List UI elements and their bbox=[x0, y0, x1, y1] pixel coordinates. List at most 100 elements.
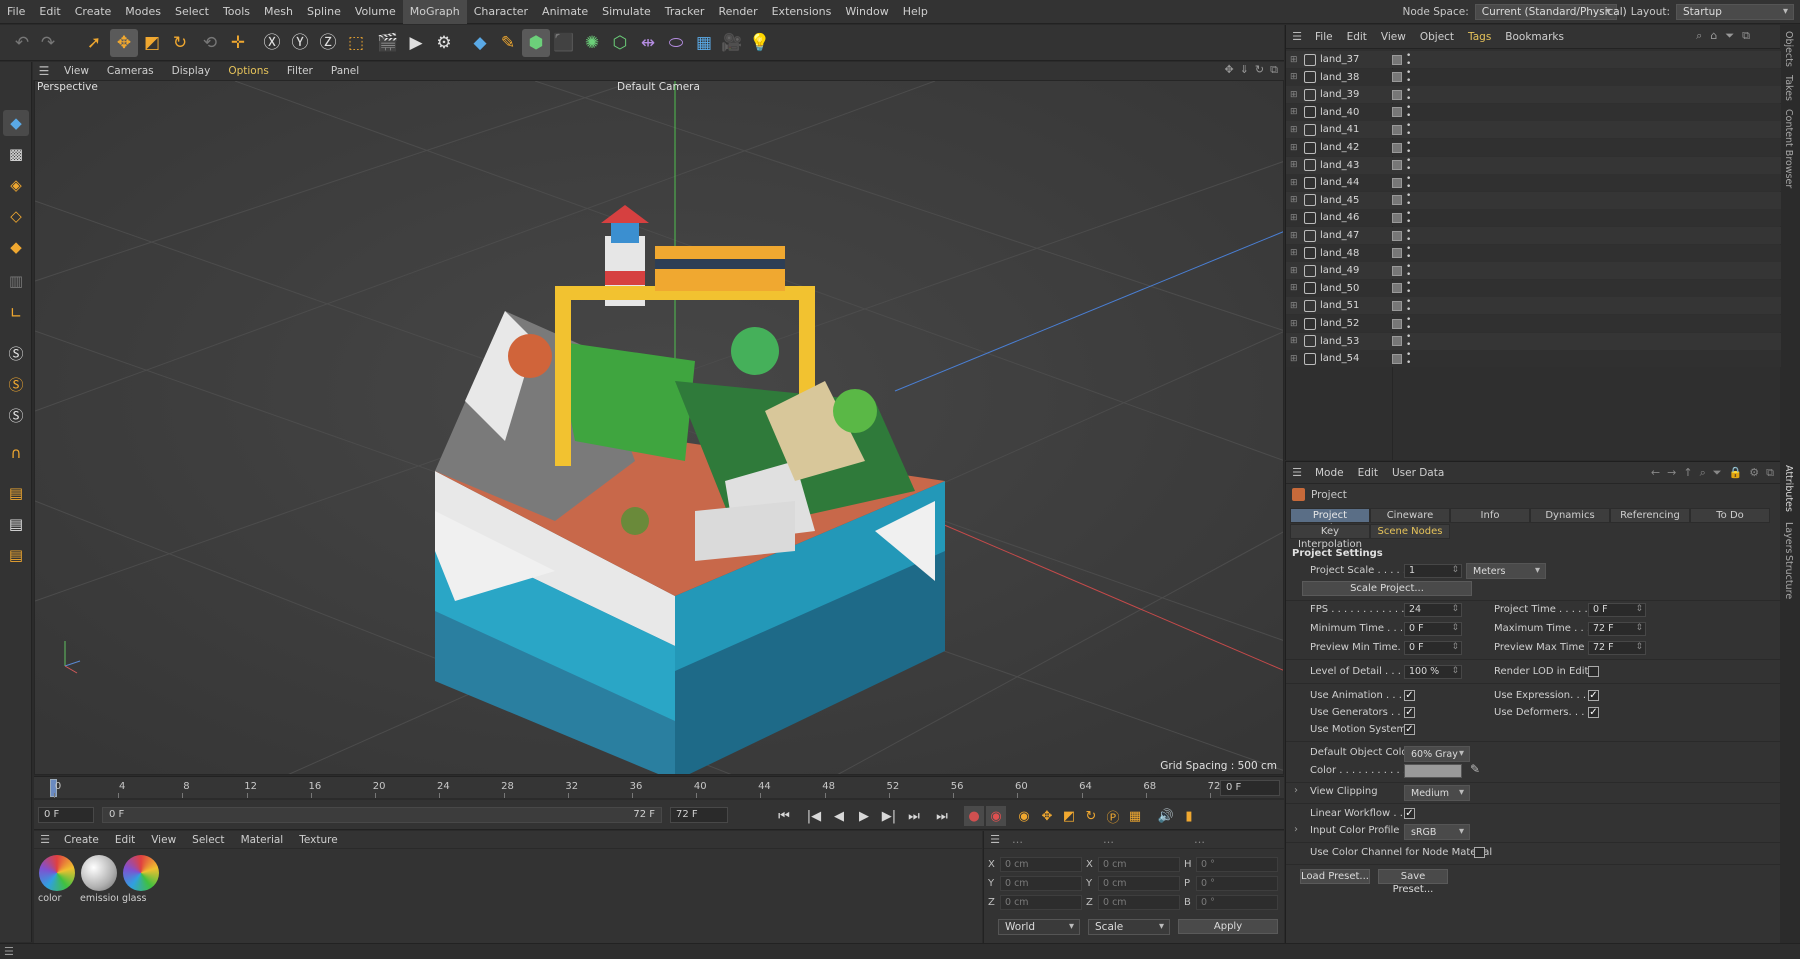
coord-more-icon-2[interactable]: … bbox=[1103, 833, 1114, 846]
expand-icon[interactable]: ⊞ bbox=[1290, 125, 1300, 135]
visibility-dots-icon[interactable]: • • bbox=[1406, 69, 1413, 86]
go-to-end-icon[interactable]: ⏭ bbox=[932, 806, 952, 826]
viewport-menu-display[interactable]: Display bbox=[163, 65, 220, 77]
prev-key-icon[interactable]: |◀ bbox=[804, 806, 824, 826]
expand-icon[interactable]: ⊞ bbox=[1290, 90, 1300, 100]
object-name[interactable]: land_45 bbox=[1320, 195, 1392, 206]
menu-simulate[interactable]: Simulate bbox=[595, 0, 658, 24]
scale-project-button[interactable]: Scale Project... bbox=[1302, 581, 1472, 596]
object-menu-edit[interactable]: Edit bbox=[1340, 31, 1374, 43]
filter-icon[interactable]: ⏷ bbox=[1725, 29, 1734, 43]
home-icon[interactable]: ⌂ bbox=[1710, 29, 1717, 43]
visibility-dots-icon[interactable]: • • bbox=[1406, 333, 1413, 350]
attribute-menu-mode[interactable]: Mode bbox=[1308, 467, 1351, 479]
viewport-menu-filter[interactable]: Filter bbox=[278, 65, 322, 77]
uv-mode-icon[interactable]: ▥ bbox=[3, 268, 29, 294]
pen-tool-button[interactable]: ✎ bbox=[494, 29, 522, 57]
coord-value-field[interactable]: 0 ° bbox=[1196, 895, 1278, 910]
visibility-dots-icon[interactable]: • • bbox=[1406, 104, 1413, 121]
play-icon[interactable]: ▶ bbox=[854, 806, 874, 826]
visibility-dots-icon[interactable]: • • bbox=[1406, 209, 1413, 226]
planar-workplane-icon[interactable]: ▤ bbox=[3, 542, 29, 568]
coord-world-dropdown[interactable]: World bbox=[998, 919, 1080, 935]
current-frame-field[interactable]: 0 F bbox=[1220, 780, 1280, 796]
lod-field[interactable]: 100 % bbox=[1404, 665, 1462, 679]
cube-tool-button[interactable]: ◆ bbox=[466, 29, 494, 57]
visibility-dots-icon[interactable]: • • bbox=[1406, 51, 1413, 68]
menu-help[interactable]: Help bbox=[896, 0, 935, 24]
expand-icon[interactable]: ⊞ bbox=[1290, 248, 1300, 258]
side-tab-content-browser[interactable]: Content Browser bbox=[1783, 109, 1794, 188]
use-animation-checkbox[interactable]: ✓ bbox=[1404, 690, 1415, 701]
object-name[interactable]: land_37 bbox=[1320, 54, 1392, 65]
use-generators-checkbox[interactable]: ✓ bbox=[1404, 707, 1415, 718]
keyframe-selection-icon[interactable]: ◉ bbox=[1014, 806, 1034, 826]
phong-tag-icon[interactable] bbox=[1392, 336, 1402, 347]
object-row-land-42[interactable]: ⊞ land_42 • • bbox=[1286, 139, 1781, 156]
x-axis-tool-button[interactable]: Ⓧ bbox=[258, 29, 286, 57]
tab-cineware[interactable]: Cineware bbox=[1370, 508, 1450, 523]
use-expression-checkbox[interactable]: ✓ bbox=[1588, 690, 1599, 701]
visibility-dots-icon[interactable]: • • bbox=[1406, 227, 1413, 244]
object-hamburger-icon[interactable]: ☰ bbox=[1286, 30, 1308, 43]
expand-icon[interactable]: ⊞ bbox=[1290, 319, 1300, 329]
color-swatch[interactable] bbox=[1404, 764, 1462, 778]
viewport-menu-panel[interactable]: Panel bbox=[322, 65, 368, 77]
attribute-menu-user-data[interactable]: User Data bbox=[1385, 467, 1451, 479]
preview-min-field[interactable]: 0 F bbox=[1404, 641, 1462, 655]
object-row-land-50[interactable]: ⊞ land_50 • • bbox=[1286, 279, 1781, 297]
render-view-tool-button[interactable]: 🎬 bbox=[374, 29, 402, 57]
coord-more-icon[interactable]: … bbox=[1012, 833, 1023, 846]
coord-apply-button[interactable]: Apply bbox=[1178, 919, 1278, 934]
expand-icon[interactable]: ⊞ bbox=[1290, 336, 1300, 346]
tab-dynamics[interactable]: Dynamics bbox=[1530, 508, 1610, 523]
object-name[interactable]: land_51 bbox=[1320, 300, 1392, 311]
forward-arrow-icon[interactable]: → bbox=[1667, 466, 1676, 480]
phong-tag-icon[interactable] bbox=[1392, 318, 1402, 329]
visibility-dots-icon[interactable]: • • bbox=[1406, 297, 1413, 314]
view-clipping-expand-icon[interactable]: › bbox=[1294, 785, 1298, 796]
light-tool-button[interactable]: 💡 bbox=[746, 29, 774, 57]
side-tab-structure[interactable]: Structure bbox=[1783, 555, 1794, 599]
expand-icon[interactable]: ⊞ bbox=[1290, 72, 1300, 82]
start-frame-field[interactable]: 0 F bbox=[38, 807, 94, 823]
visibility-dots-icon[interactable]: • • bbox=[1406, 121, 1413, 138]
phong-tag-icon[interactable] bbox=[1392, 195, 1402, 206]
end-frame-field[interactable]: 72 F bbox=[670, 807, 728, 823]
snap-icon[interactable]: Ⓢ bbox=[3, 340, 29, 366]
material-hamburger-icon[interactable]: ☰ bbox=[34, 833, 56, 846]
material-swatch-emission[interactable]: emission bbox=[80, 855, 118, 907]
record-keys-icon[interactable]: ● bbox=[964, 806, 984, 826]
menu-window[interactable]: Window bbox=[838, 0, 895, 24]
menu-mesh[interactable]: Mesh bbox=[257, 0, 300, 24]
visibility-dots-icon[interactable]: • • bbox=[1406, 350, 1413, 367]
phong-tag-icon[interactable] bbox=[1392, 54, 1402, 65]
expand-icon[interactable]: ⊞ bbox=[1290, 160, 1300, 170]
visibility-dots-icon[interactable]: • • bbox=[1406, 262, 1413, 279]
go-to-start-icon[interactable]: ⏮ bbox=[774, 806, 794, 826]
object-row-land-43[interactable]: ⊞ land_43 • • bbox=[1286, 156, 1781, 174]
material-swatch-glass[interactable]: glass bbox=[122, 855, 160, 907]
orbit-icon[interactable]: ↻ bbox=[1255, 63, 1264, 77]
status-hamburger-icon[interactable]: ☰ bbox=[4, 945, 14, 958]
menu-create[interactable]: Create bbox=[68, 0, 119, 24]
use-deformers-checkbox[interactable]: ✓ bbox=[1588, 707, 1599, 718]
undo-tool-button[interactable]: ↶ bbox=[8, 29, 36, 57]
object-name[interactable]: land_54 bbox=[1320, 353, 1392, 364]
phong-tag-icon[interactable] bbox=[1392, 283, 1402, 294]
material-menu-edit[interactable]: Edit bbox=[107, 834, 143, 846]
object-row-land-54[interactable]: ⊞ land_54 • • bbox=[1286, 350, 1781, 368]
menu-extensions[interactable]: Extensions bbox=[765, 0, 839, 24]
tab-info[interactable]: Info bbox=[1450, 508, 1530, 523]
object-row-land-53[interactable]: ⊞ land_53 • • bbox=[1286, 332, 1781, 350]
maximize-icon[interactable]: ⧉ bbox=[1270, 63, 1278, 77]
subdivision-tool-button[interactable]: ⬢ bbox=[522, 29, 550, 57]
expand-icon[interactable]: ⊞ bbox=[1290, 107, 1300, 117]
attr-new-window-icon[interactable]: ⧉ bbox=[1766, 466, 1774, 480]
new-window-icon[interactable]: ⧉ bbox=[1742, 29, 1750, 43]
expand-icon[interactable]: ⊞ bbox=[1290, 301, 1300, 311]
phong-tag-icon[interactable] bbox=[1392, 142, 1402, 153]
menu-edit[interactable]: Edit bbox=[32, 0, 67, 24]
object-menu-tags[interactable]: Tags bbox=[1461, 31, 1498, 43]
coord-value-field[interactable]: 0 cm bbox=[1000, 895, 1082, 910]
